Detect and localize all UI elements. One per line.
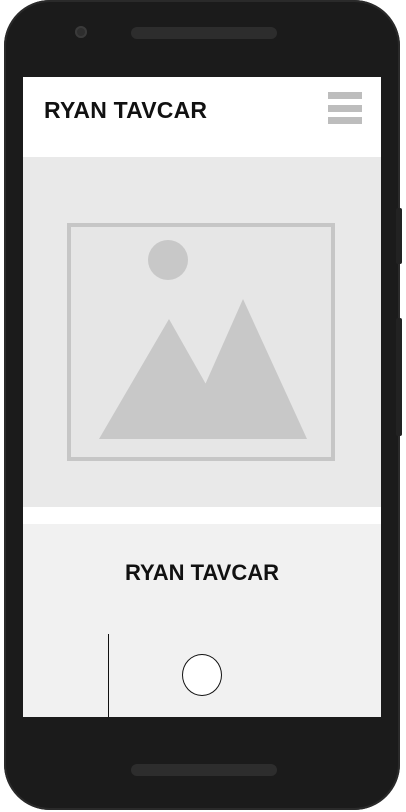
menu-bar-bottom (328, 117, 362, 124)
image-placeholder-icon (67, 223, 335, 461)
app-screen: RYAN TAVCAR RYAN TAVCAR (23, 77, 381, 717)
menu-bar-middle (328, 105, 362, 112)
placeholder-sun (148, 240, 188, 280)
section-title: RYAN TAVCAR (124, 560, 279, 585)
volume-button (396, 318, 402, 436)
front-camera (75, 26, 87, 38)
hero-image (23, 157, 381, 507)
section-divider (23, 507, 381, 524)
profile-section: RYAN TAVCAR (23, 524, 381, 717)
top-bar: RYAN TAVCAR (23, 77, 381, 157)
brand-title[interactable]: RYAN TAVCAR (44, 97, 207, 124)
earpiece-speaker (131, 27, 277, 39)
vertical-line (108, 634, 109, 717)
bottom-speaker (131, 764, 277, 776)
power-button (396, 208, 402, 264)
menu-bar-top (328, 92, 362, 99)
hamburger-menu-icon[interactable] (328, 92, 362, 126)
circle-shape (182, 654, 222, 696)
